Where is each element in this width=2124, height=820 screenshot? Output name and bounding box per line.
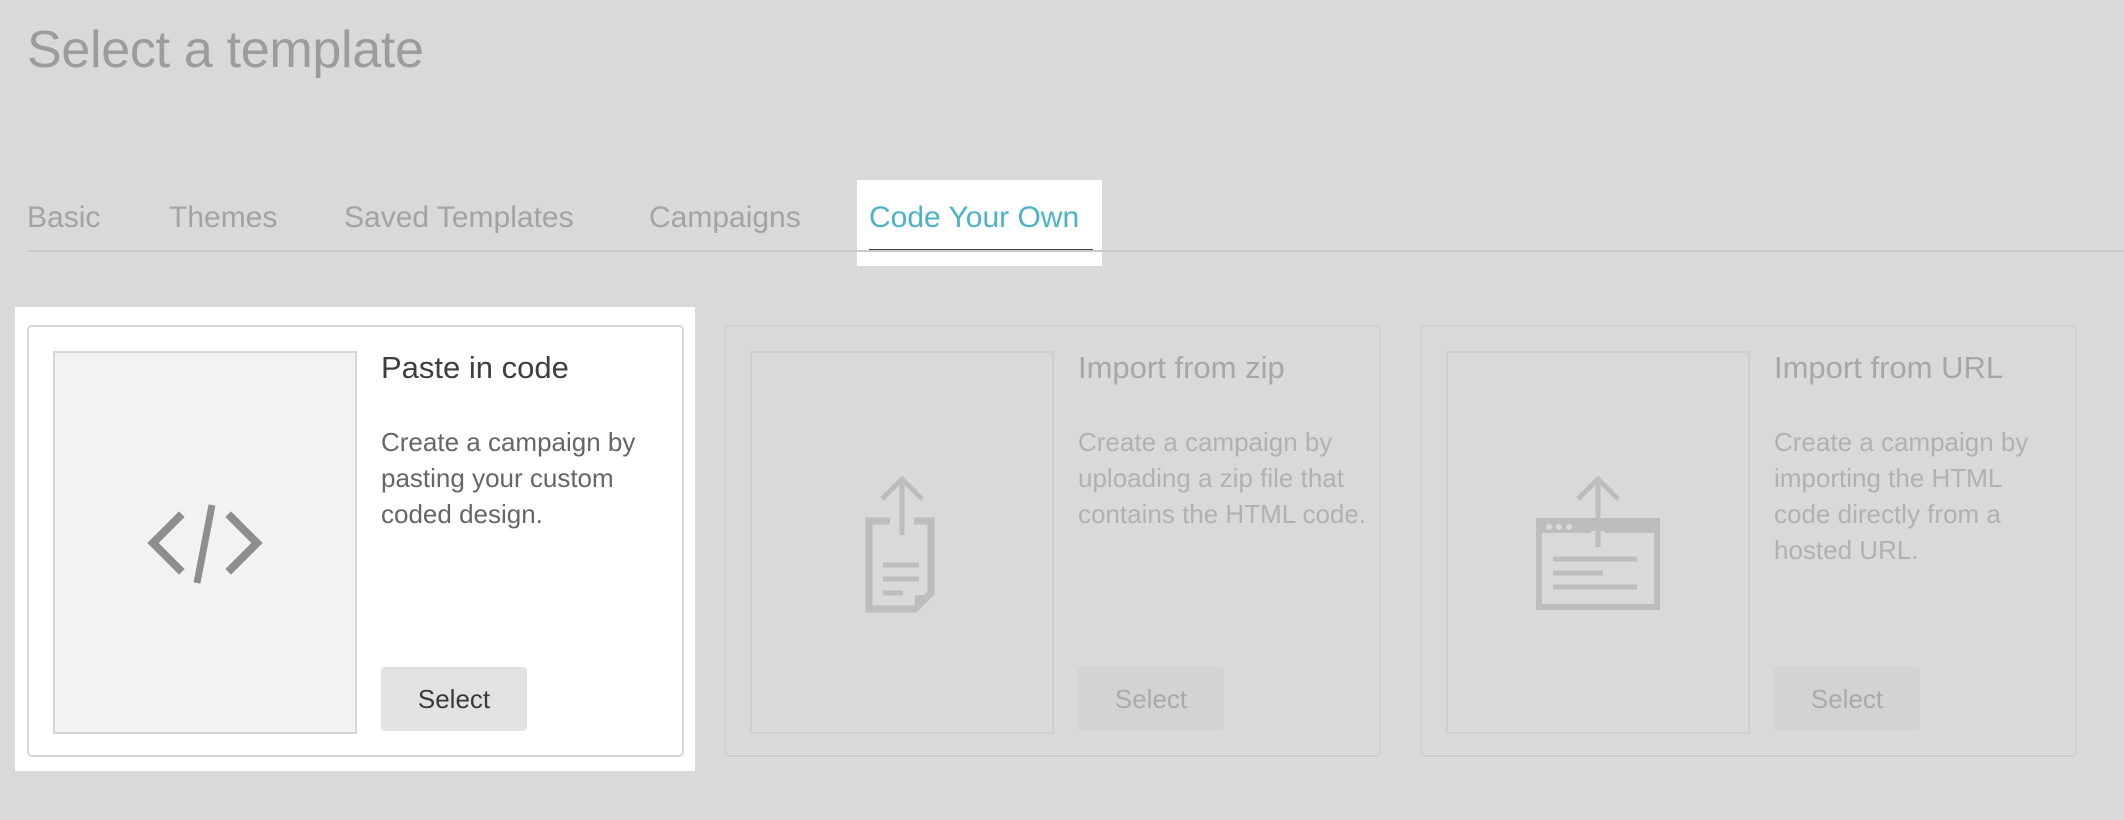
card-import-from-zip[interactable]: Import from zip Create a campaign by upl… xyxy=(724,325,1381,757)
code-icon xyxy=(147,503,263,584)
tab-code-your-own-label: Code Your Own xyxy=(869,201,1080,234)
card-description: Create a campaign by importing the HTML … xyxy=(1774,427,2029,565)
tabs-divider xyxy=(27,250,2124,252)
card-title: Import from URL xyxy=(1774,350,2004,385)
card-title: Paste in code xyxy=(381,350,569,385)
card-paste-in-code[interactable]: Paste in code Create a campaign by pasti… xyxy=(27,325,684,757)
tab-themes[interactable]: Themes xyxy=(169,198,277,238)
card-thumbnail xyxy=(53,351,357,734)
card-import-from-url[interactable]: Import from URL Create a campaign by imp… xyxy=(1420,325,2077,757)
upload-browser-icon xyxy=(1536,474,1660,610)
tab-basic[interactable]: Basic xyxy=(27,198,100,238)
card-thumbnail xyxy=(1446,351,1750,734)
select-button[interactable]: Select xyxy=(381,667,527,731)
tab-campaigns[interactable]: Campaigns xyxy=(649,198,801,238)
page-title: Select a template xyxy=(27,21,424,79)
tab-saved-templates[interactable]: Saved Templates xyxy=(344,198,574,238)
tab-code-your-own[interactable]: Code Your Own xyxy=(857,180,1102,266)
upload-file-icon xyxy=(865,474,935,612)
card-description: Create a campaign by pasting your custom… xyxy=(381,427,636,529)
card-description: Create a campaign by uploading a zip fil… xyxy=(1078,427,1367,529)
card-title: Import from zip xyxy=(1078,350,1285,385)
select-button[interactable]: Select xyxy=(1774,667,1920,731)
card-thumbnail xyxy=(750,351,1054,734)
select-button[interactable]: Select xyxy=(1078,667,1224,731)
template-tabs: Basic Themes Saved Templates Campaigns C… xyxy=(0,180,2124,266)
